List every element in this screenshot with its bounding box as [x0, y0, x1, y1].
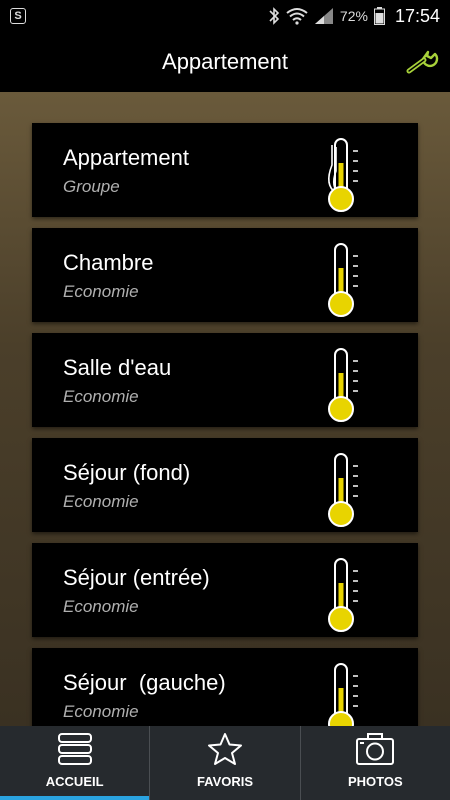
list-icon	[57, 733, 92, 765]
tab-photos[interactable]: PHOTOS	[299, 726, 450, 800]
tab-favoris-label: FAVORIS	[196, 774, 254, 789]
bottom-navigation: ACCUEIL FAVORIS PHOTOS	[0, 726, 450, 800]
room-mode: Economie	[63, 597, 139, 616]
clock: 17:54	[394, 5, 440, 26]
signal-icon	[314, 8, 333, 24]
room-card[interactable]: Séjour (gauche) Economie	[32, 648, 418, 726]
room-list: Appartement Groupe Chambre Economie Salle d'…	[32, 123, 418, 726]
room-list-container[interactable]: Appartement Groupe Chambre Economie Salle d'…	[0, 92, 450, 726]
room-card[interactable]: Chambre Economie	[32, 228, 418, 322]
app-header: Appartement	[0, 32, 450, 92]
room-card[interactable]: Salle d'eau Economie	[32, 333, 418, 427]
tab-accueil[interactable]: ACCUEIL	[0, 726, 150, 800]
battery-percent: 72%	[339, 8, 368, 24]
room-name: Salle d'eau	[63, 355, 172, 380]
room-name: Séjour (gauche)	[63, 670, 226, 695]
room-name: Appartement	[63, 145, 189, 170]
room-mode: Economie	[63, 492, 139, 511]
room-mode: Groupe	[63, 177, 120, 196]
notification-icon: S	[10, 8, 26, 24]
room-name: Chambre	[63, 250, 154, 275]
tab-accueil-label: ACCUEIL	[45, 774, 104, 789]
camera-icon	[356, 733, 395, 765]
room-card[interactable]: Séjour (entrée) Economie	[32, 543, 418, 637]
status-bar: S 72% 17:54	[0, 0, 450, 32]
room-name: Séjour (fond)	[63, 460, 191, 485]
room-mode: Economie	[63, 702, 139, 721]
bluetooth-icon	[269, 7, 280, 25]
room-name: Séjour (entrée)	[63, 565, 210, 590]
tab-photos-label: PHOTOS	[347, 774, 403, 789]
battery-icon	[373, 7, 385, 25]
room-mode: Economie	[63, 282, 139, 301]
room-card[interactable]: Séjour (fond) Economie	[32, 438, 418, 532]
settings-button[interactable]	[406, 46, 440, 80]
room-card[interactable]: Appartement Groupe	[32, 123, 418, 217]
wrench-icon	[406, 50, 439, 74]
room-mode: Economie	[63, 387, 139, 406]
wifi-icon	[286, 8, 308, 25]
tab-favoris[interactable]: FAVORIS	[149, 726, 299, 800]
page-title: Appartement	[162, 49, 288, 74]
star-icon	[207, 733, 242, 765]
